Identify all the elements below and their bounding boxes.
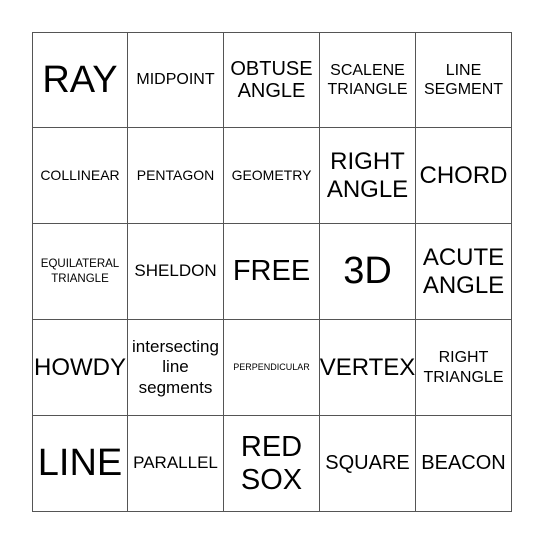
bingo-cell[interactable]: ACUTE ANGLE bbox=[416, 224, 512, 320]
bingo-cell[interactable]: RIGHT ANGLE bbox=[320, 128, 416, 224]
bingo-cell[interactable]: GEOMETRY bbox=[224, 128, 320, 224]
bingo-cell[interactable]: SCALENE TRIANGLE bbox=[320, 32, 416, 128]
bingo-cell[interactable]: OBTUSE ANGLE bbox=[224, 32, 320, 128]
bingo-cell[interactable]: 3D bbox=[320, 224, 416, 320]
bingo-cell[interactable]: RAY bbox=[32, 32, 128, 128]
free-space[interactable]: FREE bbox=[224, 224, 320, 320]
bingo-cell[interactable]: intersecting line segments bbox=[128, 320, 224, 416]
bingo-cell[interactable]: RIGHT TRIANGLE bbox=[416, 320, 512, 416]
bingo-cell[interactable]: CHORD bbox=[416, 128, 512, 224]
bingo-cell[interactable]: LINE bbox=[32, 416, 128, 512]
bingo-cell[interactable]: RED SOX bbox=[224, 416, 320, 512]
bingo-cell[interactable]: PERPENDICULAR bbox=[224, 320, 320, 416]
bingo-cell[interactable]: LINE SEGMENT bbox=[416, 32, 512, 128]
bingo-cell[interactable]: SHELDON bbox=[128, 224, 224, 320]
bingo-card: RAY MIDPOINT OBTUSE ANGLE SCALENE TRIANG… bbox=[32, 32, 512, 512]
bingo-cell[interactable]: PARALLEL bbox=[128, 416, 224, 512]
bingo-cell[interactable]: SQUARE bbox=[320, 416, 416, 512]
bingo-cell[interactable]: MIDPOINT bbox=[128, 32, 224, 128]
bingo-cell[interactable]: COLLINEAR bbox=[32, 128, 128, 224]
bingo-cell[interactable]: VERTEX bbox=[320, 320, 416, 416]
bingo-cell[interactable]: BEACON bbox=[416, 416, 512, 512]
bingo-cell[interactable]: PENTAGON bbox=[128, 128, 224, 224]
bingo-cell[interactable]: HOWDY bbox=[32, 320, 128, 416]
bingo-cell[interactable]: EQUILATERAL TRIANGLE bbox=[32, 224, 128, 320]
